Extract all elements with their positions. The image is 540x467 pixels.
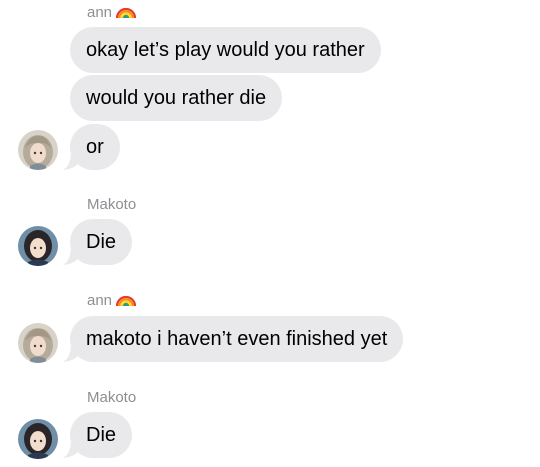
sender-name-text: ann	[87, 292, 113, 309]
message-text: Die	[86, 231, 117, 253]
avatar-makoto-image	[18, 226, 58, 266]
avatar-ann[interactable]	[18, 323, 58, 363]
avatar-ann-image	[18, 323, 58, 363]
message-bubble[interactable]: would you rather die	[70, 75, 283, 121]
message-text: or	[86, 136, 104, 158]
message-text: Die	[86, 424, 117, 446]
message-bubble[interactable]: Die	[70, 412, 133, 458]
message-bubble[interactable]: makoto i haven’t even finished yet	[70, 316, 404, 362]
avatar-makoto[interactable]	[18, 419, 58, 459]
message-thread: ann okay let’s play would you rather wou…	[0, 0, 540, 467]
sender-name-text: Makoto	[87, 389, 137, 406]
rainbow-emoji-icon	[116, 295, 137, 307]
message-bubble[interactable]: Die	[70, 219, 133, 265]
avatar-ann[interactable]	[18, 130, 58, 170]
message-bubble[interactable]: or	[70, 124, 120, 170]
rainbow-emoji-icon	[116, 7, 137, 19]
avatar-makoto[interactable]	[18, 226, 58, 266]
sender-name: ann	[87, 3, 137, 22]
sender-name: Makoto	[87, 196, 136, 214]
message-text: would you rather die	[86, 87, 267, 109]
message-text: okay let’s play would you rather	[86, 39, 365, 61]
avatar-makoto-image	[18, 419, 58, 459]
avatar-ann-image	[18, 130, 58, 170]
message-bubble[interactable]: okay let’s play would you rather	[70, 27, 381, 73]
sender-name-text: Makoto	[87, 196, 137, 213]
sender-name: Makoto	[87, 389, 136, 407]
message-text: makoto i haven’t even finished yet	[86, 328, 388, 350]
sender-name-text: ann	[87, 4, 113, 21]
sender-name: ann	[87, 291, 137, 310]
